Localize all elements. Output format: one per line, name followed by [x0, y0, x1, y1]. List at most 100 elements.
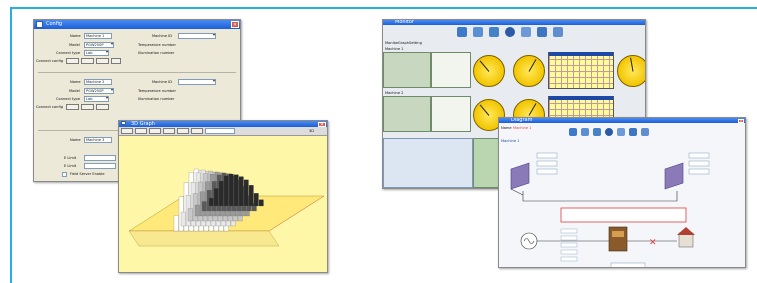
connect-config-field-4[interactable] — [111, 58, 121, 64]
chart-icon[interactable] — [629, 128, 637, 136]
gauge-3 — [617, 55, 645, 87]
header-machine-name: Machine 1 — [513, 126, 532, 130]
toolbar-button[interactable] — [121, 128, 133, 134]
window-title: Config — [46, 21, 63, 27]
window-title: Monitor — [395, 19, 415, 25]
status-panel — [431, 96, 471, 132]
wrench-icon[interactable] — [489, 27, 499, 37]
monitor-icon[interactable] — [569, 128, 577, 136]
help-icon[interactable] — [521, 27, 531, 37]
name-label: Name — [70, 80, 81, 84]
toolbar-button[interactable] — [191, 128, 203, 134]
trend-plot-header — [549, 96, 613, 100]
tool-icon[interactable] — [581, 128, 589, 136]
temperature-label: Temperature number — [138, 89, 176, 93]
row-label: Machine 1 — [385, 47, 404, 51]
readings-panel — [383, 96, 431, 132]
surface-bar — [194, 204, 200, 217]
tab-setting[interactable]: Setting — [409, 41, 422, 45]
e-limit-label: E Limit — [64, 156, 77, 160]
machine-id-select[interactable] — [178, 79, 216, 85]
globe-icon[interactable] — [505, 27, 515, 37]
tab-graph[interactable]: Graph — [398, 41, 409, 45]
section-divider — [38, 72, 236, 73]
connect-config-field-3[interactable] — [96, 58, 109, 64]
tool-icon[interactable] — [473, 27, 483, 37]
globe-icon[interactable] — [605, 128, 613, 136]
name-label: Name — [70, 138, 81, 142]
surface-bar — [201, 201, 207, 212]
machine-id-label: Machine ID — [152, 80, 173, 84]
diagram-window: Diagram ✕ Name Machine 1 Machine 1 ✕ — [498, 117, 746, 268]
readout-field[interactable] — [205, 128, 235, 134]
toolbar-button[interactable] — [135, 128, 147, 134]
monitor-icon[interactable] — [457, 27, 467, 37]
surface-bar — [238, 176, 244, 207]
surface-bar — [187, 208, 193, 222]
surface-bar — [223, 175, 229, 207]
document-icon[interactable] — [553, 27, 563, 37]
gauge-1 — [473, 55, 505, 87]
illumination-label: Illumination number — [138, 51, 175, 55]
connect-type-select[interactable]: Lab — [84, 50, 109, 56]
surface-bar — [173, 215, 179, 232]
wrench-icon[interactable] — [593, 128, 601, 136]
summary-panel — [383, 138, 473, 188]
model-select[interactable]: PGW250P — [84, 42, 114, 48]
help-icon[interactable] — [617, 128, 625, 136]
gauge-2 — [513, 55, 545, 87]
document-icon[interactable] — [641, 128, 649, 136]
surface-bar — [243, 179, 249, 207]
illumination-label: Illumination number — [138, 97, 175, 101]
name-label: Name — [70, 34, 81, 38]
name-field[interactable]: Machine 2 — [84, 79, 112, 85]
model-label: Model — [69, 89, 80, 93]
toolbar-button[interactable] — [177, 128, 189, 134]
field-server-checkbox[interactable] — [62, 172, 67, 177]
field-server-label: Field Server Enable — [70, 172, 105, 176]
surface-bar — [228, 173, 234, 207]
config-titlebar: Config ✕ — [34, 20, 240, 29]
row-label: Machine 2 — [385, 91, 404, 95]
machine-id-label: Machine ID — [152, 34, 173, 38]
close-button[interactable]: ✕ — [738, 119, 744, 123]
name-field[interactable]: Machine 1 — [84, 33, 112, 39]
name-field[interactable]: Machine 3 — [84, 137, 112, 143]
app-icon — [36, 21, 43, 28]
tab-monitor[interactable]: Monitor — [385, 41, 399, 45]
e-limit-field[interactable] — [84, 155, 116, 161]
connect-config-field-1[interactable] — [66, 104, 79, 110]
monitor-toolbar — [457, 27, 563, 37]
e-limit-label: E Limit — [64, 164, 77, 168]
connect-type-select[interactable]: Lab — [84, 96, 109, 102]
surface-bar — [253, 193, 259, 207]
surface-bar — [258, 199, 264, 207]
e-limit-field[interactable] — [84, 163, 116, 169]
close-button[interactable]: ✕ — [231, 21, 239, 28]
toolbar-button[interactable] — [149, 128, 161, 134]
connect-config-field-2[interactable] — [81, 104, 94, 110]
chart-icon[interactable] — [537, 27, 547, 37]
connect-config-field-3[interactable] — [96, 104, 109, 110]
surface-bar — [213, 188, 219, 207]
trend-plot-header — [549, 52, 613, 56]
surface-bar — [248, 185, 254, 207]
connect-config-label: Connect config — [36, 59, 63, 63]
surface-bar — [233, 174, 239, 207]
chart-window: 3D Graph ✕ 3D — [118, 120, 328, 273]
connect-config-label: Connect config — [36, 105, 63, 109]
surface-bar — [208, 197, 214, 207]
system-diagram: ✕ — [510, 152, 710, 267]
temperature-label: Temperature number — [138, 43, 176, 47]
connect-config-field-2[interactable] — [81, 58, 94, 64]
svg-text:✕: ✕ — [649, 238, 657, 248]
status-panel — [431, 52, 471, 88]
machine-id-select[interactable] — [178, 33, 216, 39]
readings-panel — [383, 52, 431, 88]
frame-top-border — [10, 7, 757, 9]
diagram-toolbar — [569, 128, 649, 136]
toolbar-button[interactable] — [163, 128, 175, 134]
model-select[interactable]: PGW250P — [84, 88, 114, 94]
connect-type-label: Connect type — [56, 51, 81, 55]
connect-config-field-1[interactable] — [66, 58, 79, 64]
